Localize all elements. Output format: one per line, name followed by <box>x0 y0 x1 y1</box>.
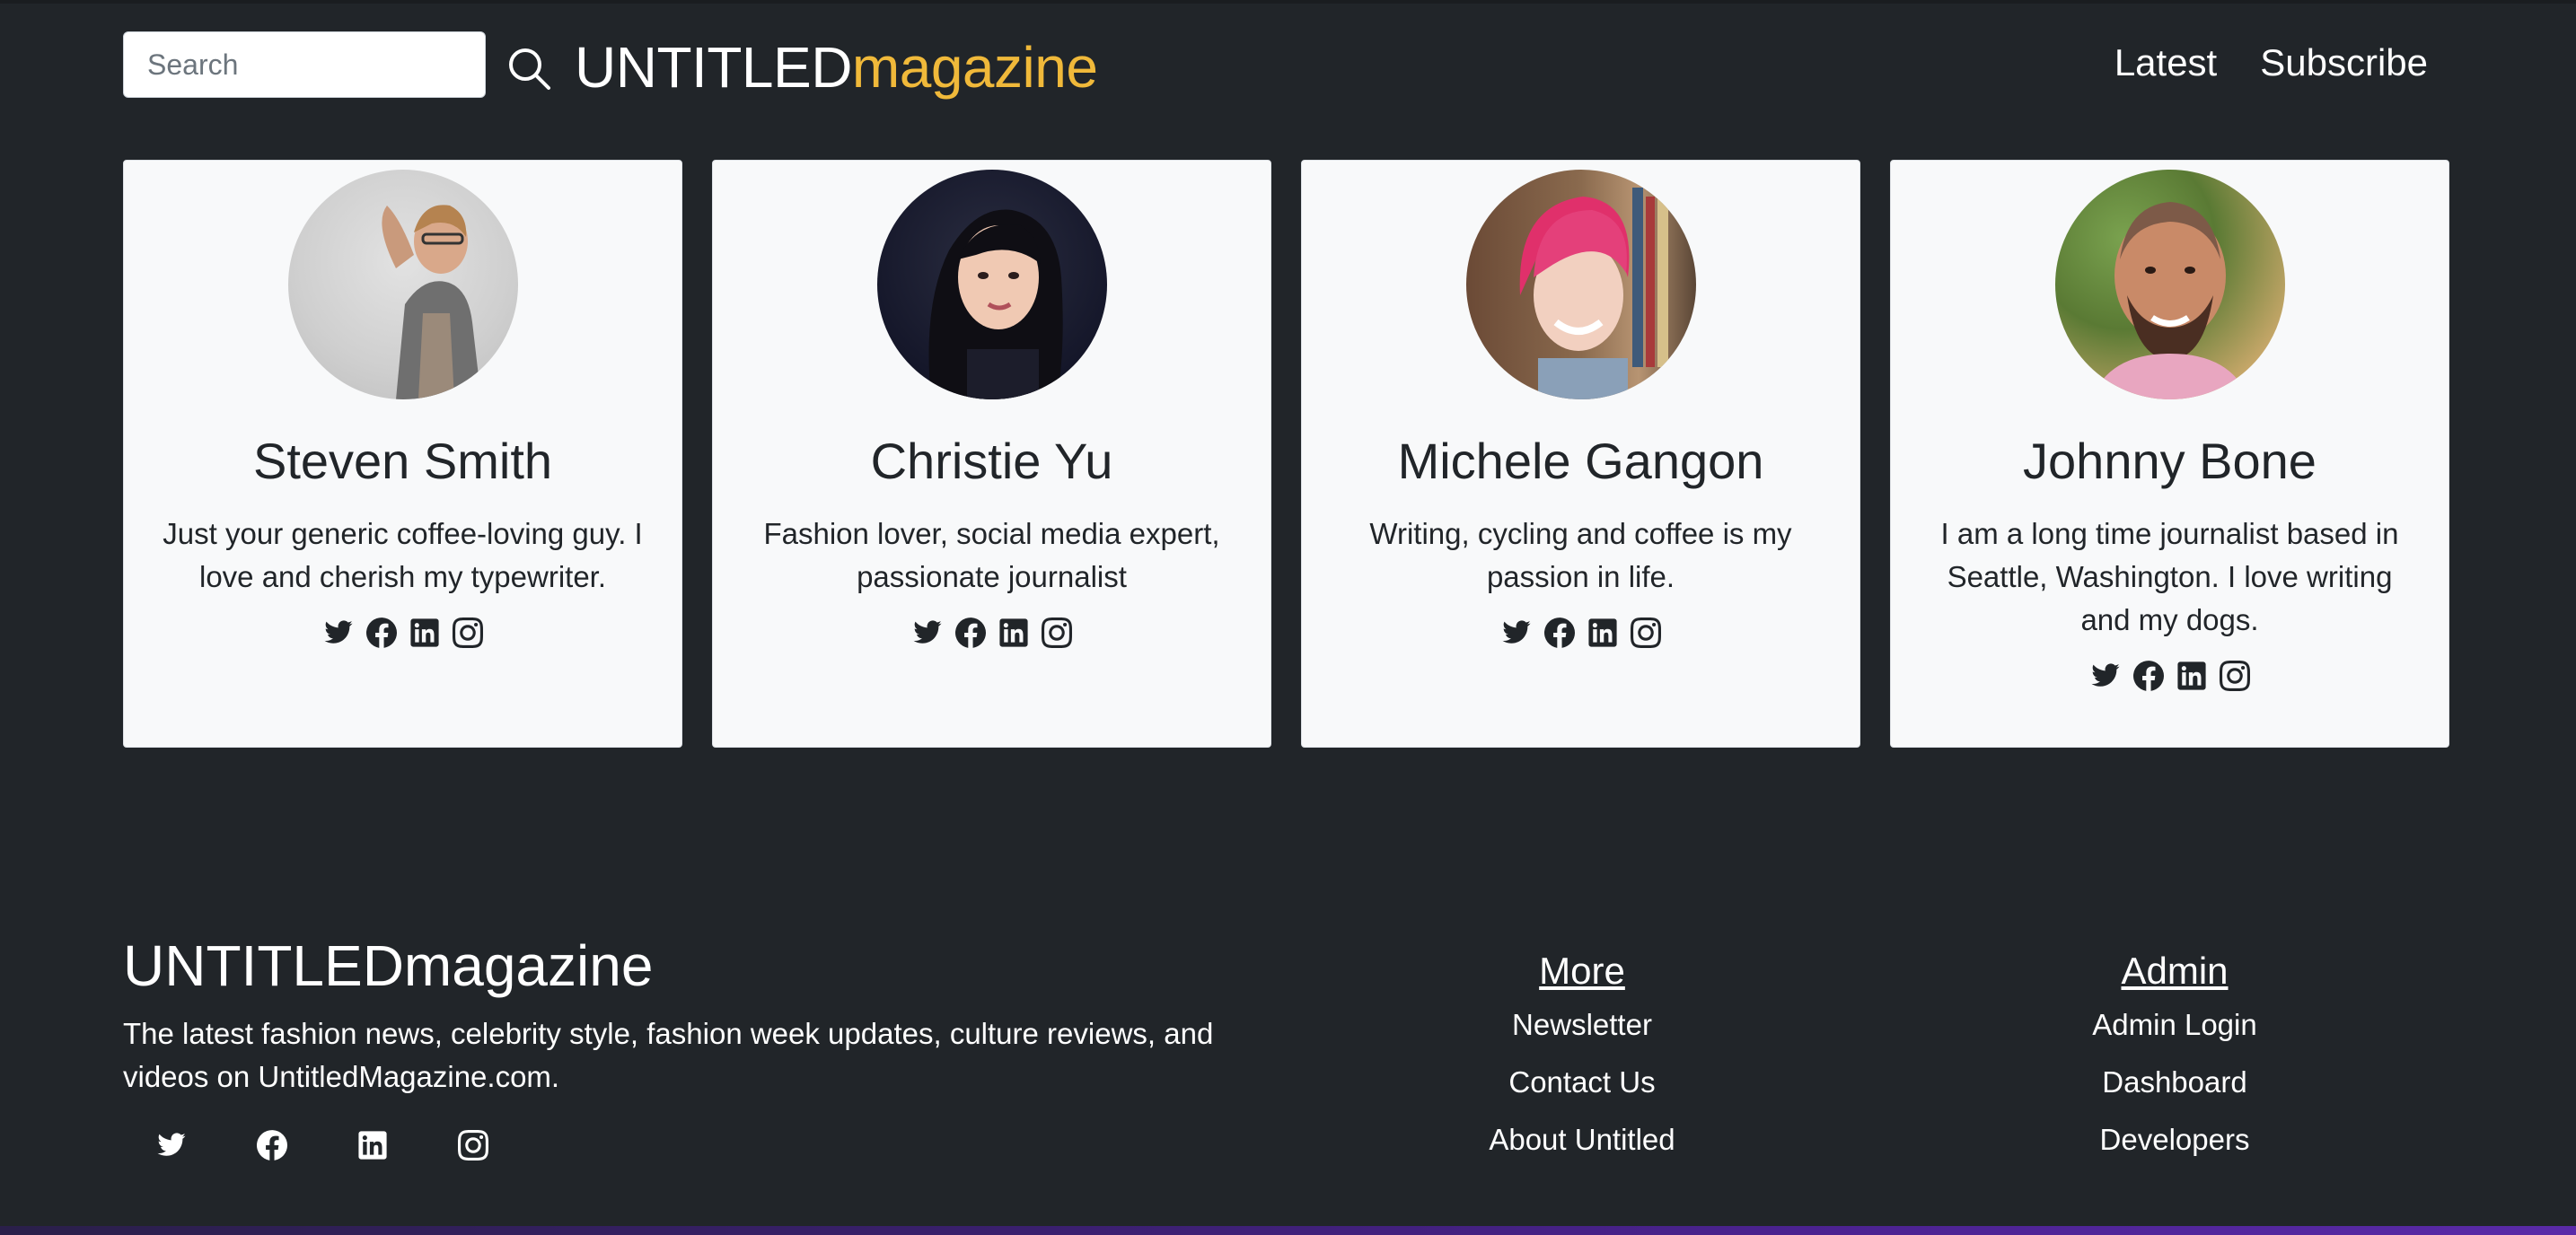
footer-link-newsletter[interactable]: Newsletter <box>1489 996 1675 1054</box>
facebook-icon[interactable] <box>954 617 987 649</box>
linkedin-icon[interactable] <box>356 1129 389 1161</box>
author-name: Steven Smith <box>252 433 553 489</box>
footer-column-title: More <box>1539 950 1625 992</box>
site-brand[interactable]: UNTITLEDmagazine <box>575 31 1098 104</box>
avatar <box>2054 170 2285 399</box>
footer-description: The latest fashion news, celebrity style… <box>123 1017 1214 1093</box>
instagram-icon[interactable] <box>452 617 484 649</box>
footer-column-more: More Newsletter Contact Us About Untitle… <box>1489 946 1675 1169</box>
facebook-icon[interactable] <box>365 617 398 649</box>
bottom-gradient-strip <box>0 1226 2576 1235</box>
window-frame <box>0 0 2576 4</box>
avatar <box>1465 170 1696 399</box>
author-card: Christie Yu Fashion lover, social media … <box>712 160 1271 748</box>
twitter-icon[interactable] <box>911 617 944 649</box>
footer-column-title: Admin <box>2121 950 2229 992</box>
search-icon[interactable] <box>506 45 552 92</box>
twitter-icon[interactable] <box>2089 660 2122 692</box>
linkedin-icon[interactable] <box>998 617 1030 649</box>
author-cards: Steven Smith Just your generic coffee-lo… <box>123 160 2449 748</box>
author-card: Steven Smith Just your generic coffee-lo… <box>123 160 682 748</box>
facebook-icon[interactable] <box>256 1129 288 1161</box>
twitter-icon[interactable] <box>322 617 355 649</box>
author-name: Johnny Bone <box>2023 433 2317 489</box>
linkedin-icon[interactable] <box>2176 660 2208 692</box>
author-bio: Just your generic coffee-loving guy. I l… <box>163 517 643 593</box>
nav-subscribe[interactable]: Subscribe <box>2260 36 2428 90</box>
footer-link-contact-us[interactable]: Contact Us <box>1489 1054 1675 1111</box>
author-bio: Fashion lover, social media expert, pass… <box>763 517 1220 593</box>
footer-column-admin: Admin Admin Login Dashboard Developers <box>2092 946 2256 1169</box>
footer-link-dashboard[interactable]: Dashboard <box>2092 1054 2256 1111</box>
footer-link-admin-login[interactable]: Admin Login <box>2092 996 2256 1054</box>
instagram-icon[interactable] <box>1630 617 1662 649</box>
instagram-icon[interactable] <box>1041 617 1073 649</box>
avatar <box>876 170 1107 399</box>
author-social-links <box>124 617 681 649</box>
author-name: Christie Yu <box>870 433 1113 489</box>
footer-link-about-untitled[interactable]: About Untitled <box>1489 1111 1675 1169</box>
author-bio: Writing, cycling and coffee is my passio… <box>1369 517 1792 593</box>
author-card: Johnny Bone I am a long time journalist … <box>1890 160 2449 748</box>
author-social-links <box>713 617 1270 649</box>
twitter-icon[interactable] <box>1500 617 1533 649</box>
author-name: Michele Gangon <box>1397 433 1764 489</box>
brand-magazine: magazine <box>851 35 1098 100</box>
author-card: Michele Gangon Writing, cycling and coff… <box>1301 160 1860 748</box>
instagram-icon[interactable] <box>2219 660 2251 692</box>
top-nav: Latest Subscribe <box>2114 36 2428 90</box>
facebook-icon[interactable] <box>2132 660 2165 692</box>
footer-brand: UNTITLEDmagazine <box>123 933 654 998</box>
linkedin-icon[interactable] <box>409 617 441 649</box>
author-bio: I am a long time journalist based in Sea… <box>1940 517 2399 636</box>
nav-latest[interactable]: Latest <box>2114 36 2217 90</box>
facebook-icon[interactable] <box>1543 617 1576 649</box>
footer-link-developers[interactable]: Developers <box>2092 1111 2256 1169</box>
search-input[interactable] <box>123 31 486 98</box>
author-social-links <box>1891 660 2449 692</box>
avatar <box>287 170 518 399</box>
author-social-links <box>1302 617 1859 649</box>
footer-social-links <box>123 1129 489 1161</box>
brand-untitled: UNTITLED <box>575 35 852 100</box>
linkedin-icon[interactable] <box>1587 617 1619 649</box>
twitter-icon[interactable] <box>155 1129 188 1161</box>
instagram-icon[interactable] <box>457 1129 489 1161</box>
